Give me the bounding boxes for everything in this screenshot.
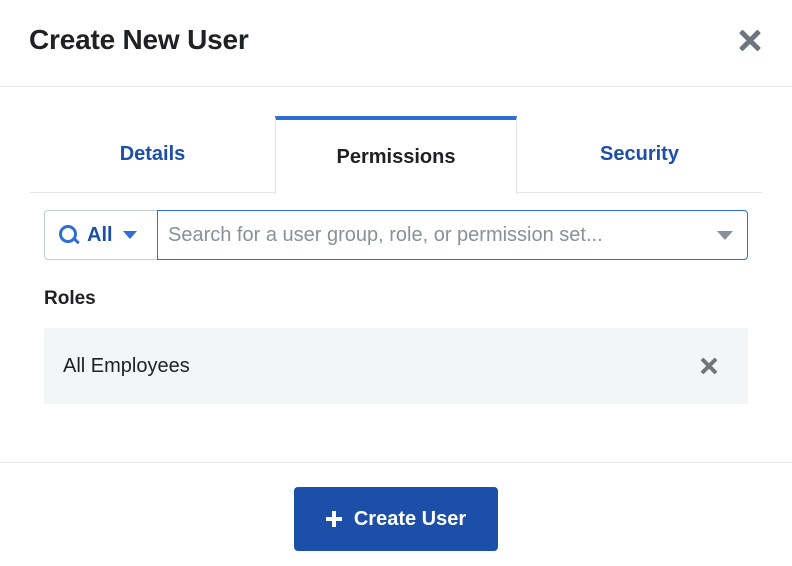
dialog-footer: Create User	[0, 462, 792, 566]
tab-permissions[interactable]: Permissions	[275, 116, 517, 194]
plus-icon	[325, 511, 342, 527]
close-icon[interactable]	[736, 27, 764, 55]
search-filter-dropdown[interactable]: All	[44, 210, 158, 260]
role-name: All Employees	[63, 355, 190, 377]
create-user-label: Create User	[353, 507, 467, 530]
dialog-title: Create New User	[29, 24, 249, 55]
tab-bar: Details Permissions Security	[30, 116, 762, 194]
role-item: All Employees	[44, 328, 748, 404]
search-icon	[59, 225, 79, 245]
dialog-header: Create New User	[0, 0, 792, 87]
chevron-down-icon[interactable]	[717, 231, 733, 240]
permission-search-box[interactable]	[157, 210, 748, 260]
roles-heading: Roles	[44, 288, 96, 309]
permission-search-input[interactable]	[168, 211, 698, 259]
chevron-down-icon	[122, 231, 137, 239]
tab-details[interactable]: Details	[30, 116, 275, 193]
create-user-button[interactable]: Create User	[294, 487, 498, 551]
filter-label: All	[87, 223, 113, 246]
create-user-dialog: Create New User Details Permissions Secu…	[0, 0, 792, 566]
remove-icon[interactable]	[699, 356, 719, 376]
tab-security[interactable]: Security	[517, 116, 762, 193]
